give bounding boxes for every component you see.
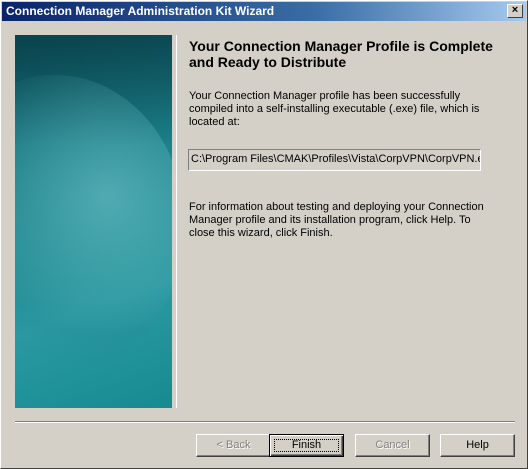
close-button[interactable]: ×: [507, 4, 523, 18]
finish-button[interactable]: Finish: [269, 434, 344, 457]
help-button[interactable]: Help: [440, 434, 515, 457]
side-image-glow: [15, 75, 172, 375]
cancel-button-label: Cancel: [375, 439, 410, 451]
window-title: Connection Manager Administration Kit Wi…: [6, 4, 275, 18]
title-bar[interactable]: Connection Manager Administration Kit Wi…: [2, 2, 526, 21]
button-separator-highlight: [15, 422, 515, 423]
finish-focus-rect: [274, 439, 339, 452]
help-button-label: Help: [466, 439, 489, 451]
page-heading: Your Connection Manager Profile is Compl…: [189, 38, 493, 70]
wizard-side-image: [15, 35, 172, 408]
wizard-window: Connection Manager Administration Kit Wi…: [0, 0, 528, 469]
close-icon: ×: [511, 4, 519, 16]
side-divider: [176, 35, 177, 408]
executable-path-field[interactable]: C:\Program Files\CMAK\Profiles\Vista\Cor…: [188, 149, 481, 171]
cancel-button[interactable]: Cancel: [355, 434, 430, 457]
success-message: Your Connection Manager profile has been…: [189, 90, 480, 128]
back-button-label: < Back: [216, 439, 251, 451]
back-button[interactable]: < Back: [196, 434, 271, 457]
help-instructions: For information about testing and deploy…: [189, 201, 484, 239]
